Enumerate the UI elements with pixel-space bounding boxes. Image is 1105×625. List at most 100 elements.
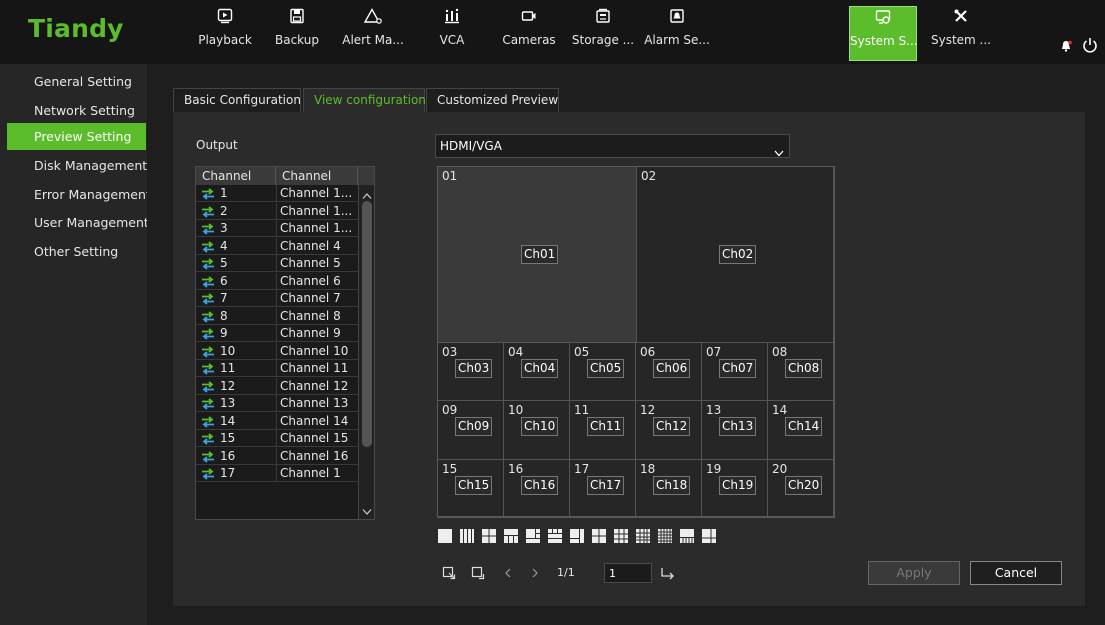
tab-customized-preview[interactable]: Customized Preview	[426, 88, 559, 112]
nav-backup[interactable]: Backup	[262, 6, 332, 61]
channel-number: 8	[220, 308, 228, 323]
layout-13-icon[interactable]	[569, 528, 585, 544]
settings-sidebar: General Setting Network Setting Preview …	[0, 64, 151, 625]
preview-cell[interactable]: 13 Ch13	[702, 401, 768, 460]
preview-cell[interactable]: 04 Ch04	[504, 343, 570, 401]
sidebar-item-other-setting[interactable]: Other Setting	[7, 238, 146, 265]
preview-cell[interactable]: 08 Ch08	[768, 343, 834, 401]
preview-cell[interactable]: 14 Ch14	[768, 401, 834, 460]
swap-arrows-icon	[201, 223, 215, 235]
channel-name: Channel 14	[276, 412, 358, 430]
preview-cell[interactable]: 01 Ch01	[438, 167, 637, 343]
preview-cell[interactable]: 09 Ch09	[438, 401, 504, 460]
channel-row[interactable]: 8 Channel 8	[196, 307, 358, 325]
sidebar-item-user-management[interactable]: User Management	[7, 209, 149, 236]
channel-row[interactable]: 13 Channel 13	[196, 395, 358, 412]
sidebar-item-general-setting[interactable]: General Setting	[7, 68, 146, 95]
preview-cell[interactable]: 11 Ch11	[570, 401, 636, 460]
nav-playback[interactable]: Playback	[190, 6, 260, 61]
preview-cell[interactable]: 12 Ch12	[636, 401, 702, 460]
layout-10-icon[interactable]	[547, 528, 563, 544]
channel-row[interactable]: 4 Channel 4	[196, 237, 358, 255]
layout-20-icon[interactable]	[613, 528, 629, 544]
apply-button[interactable]: Apply	[868, 561, 960, 585]
channel-row[interactable]: 11 Channel 11	[196, 360, 358, 377]
chevron-down-icon[interactable]	[362, 505, 372, 515]
cancel-button[interactable]: Cancel	[970, 561, 1062, 585]
preview-cell[interactable]: 15 Ch15	[438, 460, 504, 517]
cell-number: 15	[442, 462, 458, 476]
cell-channel-tag: Ch11	[587, 417, 625, 436]
channel-row[interactable]: 3 Channel 1...	[196, 220, 358, 237]
preview-cell[interactable]: 16 Ch16	[504, 460, 570, 517]
power-icon[interactable]	[1082, 36, 1098, 54]
chevron-down-icon	[774, 142, 784, 157]
preview-cell[interactable]: 06 Ch06	[636, 343, 702, 401]
nav-cameras[interactable]: Cameras	[494, 6, 564, 61]
channel-name: Channel 9	[276, 325, 358, 342]
go-to-page-icon[interactable]	[660, 566, 676, 580]
chevron-up-icon[interactable]	[362, 189, 372, 199]
preview-layout-grid: 01 Ch01 02 Ch02 03 Ch03 04 Ch04 05 Ch05 06 Ch06 07 Ch…	[437, 166, 835, 518]
layout-8-icon[interactable]	[503, 528, 519, 544]
nav-system-maintenance[interactable]: System ...	[926, 6, 996, 61]
copy-to-icon[interactable]	[442, 566, 456, 580]
layout-16-icon[interactable]	[591, 528, 607, 544]
cell-number: 19	[706, 462, 722, 476]
cell-number: 04	[508, 345, 524, 359]
clear-layout-icon[interactable]	[471, 566, 485, 580]
chevron-right-icon[interactable]	[528, 566, 542, 580]
sidebar-item-network-setting[interactable]: Network Setting	[7, 97, 146, 124]
bell-icon[interactable]	[1060, 40, 1072, 52]
layout-36-icon[interactable]	[679, 528, 695, 544]
preview-cell[interactable]: 03 Ch03	[438, 343, 504, 401]
layout-1-icon[interactable]	[437, 528, 453, 544]
channel-list-scrollbar[interactable]	[358, 185, 374, 519]
sidebar-item-disk-management[interactable]: Disk Management	[7, 152, 147, 179]
nav-storage[interactable]: Storage ...	[568, 6, 638, 61]
channel-row[interactable]: 15 Channel 15	[196, 430, 358, 447]
preview-cell[interactable]: 18 Ch18	[636, 460, 702, 517]
preview-cell[interactable]: 10 Ch10	[504, 401, 570, 460]
layout-25-icon[interactable]	[635, 528, 651, 544]
output-select[interactable]: HDMI/VGA	[435, 134, 790, 158]
channel-row[interactable]: 1 Channel 1...	[196, 185, 358, 202]
channel-row[interactable]: 5 Channel 5	[196, 255, 358, 272]
nav-vca[interactable]: VCA	[417, 6, 487, 61]
channel-row[interactable]: 7 Channel 7	[196, 290, 358, 307]
layout-64-icon[interactable]	[701, 528, 717, 544]
preview-cell[interactable]: 05 Ch05	[570, 343, 636, 401]
scrollbar-thumb[interactable]	[362, 201, 372, 447]
layout-32-icon[interactable]	[657, 528, 673, 544]
nav-alert-management[interactable]: Alert Ma...	[338, 6, 408, 61]
layout-9-icon[interactable]	[525, 528, 541, 544]
tab-basic-configuration[interactable]: Basic Configuration	[173, 88, 301, 112]
layout-4-icon[interactable]	[459, 528, 475, 544]
preview-cell[interactable]: 02 Ch02	[637, 167, 834, 343]
tab-view-configuration[interactable]: View configuration	[303, 88, 426, 112]
channel-name: Channel 11	[276, 360, 358, 377]
preview-cell[interactable]: 20 Ch20	[768, 460, 834, 517]
nav-vca-label: VCA	[439, 33, 465, 47]
channel-row[interactable]: 16 Channel 16	[196, 447, 358, 465]
channel-row[interactable]: 17 Channel 1	[196, 465, 358, 482]
channel-row[interactable]: 2 Channel 1...	[196, 202, 358, 220]
nav-system-settings[interactable]: System S...	[849, 6, 918, 61]
swap-arrows-icon	[201, 205, 215, 218]
channel-row[interactable]: 9 Channel 9	[196, 325, 358, 342]
layout-6-icon[interactable]	[481, 528, 497, 544]
swap-arrows-icon	[201, 240, 215, 253]
nav-alarm-settings[interactable]: Alarm Se...	[642, 6, 712, 61]
preview-cell[interactable]: 17 Ch17	[570, 460, 636, 517]
page-number-input[interactable]	[604, 563, 652, 583]
chevron-left-icon[interactable]	[501, 566, 515, 580]
sidebar-item-error-management[interactable]: Error Management	[7, 181, 151, 208]
swap-arrows-icon	[201, 363, 215, 375]
channel-row[interactable]: 6 Channel 6	[196, 272, 358, 290]
channel-row[interactable]: 10 Channel 10	[196, 342, 358, 360]
preview-cell[interactable]: 19 Ch19	[702, 460, 768, 517]
channel-row[interactable]: 14 Channel 14	[196, 412, 358, 430]
channel-row[interactable]: 12 Channel 12	[196, 377, 358, 395]
preview-cell[interactable]: 07 Ch07	[702, 343, 768, 401]
sidebar-item-preview-setting[interactable]: Preview Setting	[7, 123, 146, 150]
